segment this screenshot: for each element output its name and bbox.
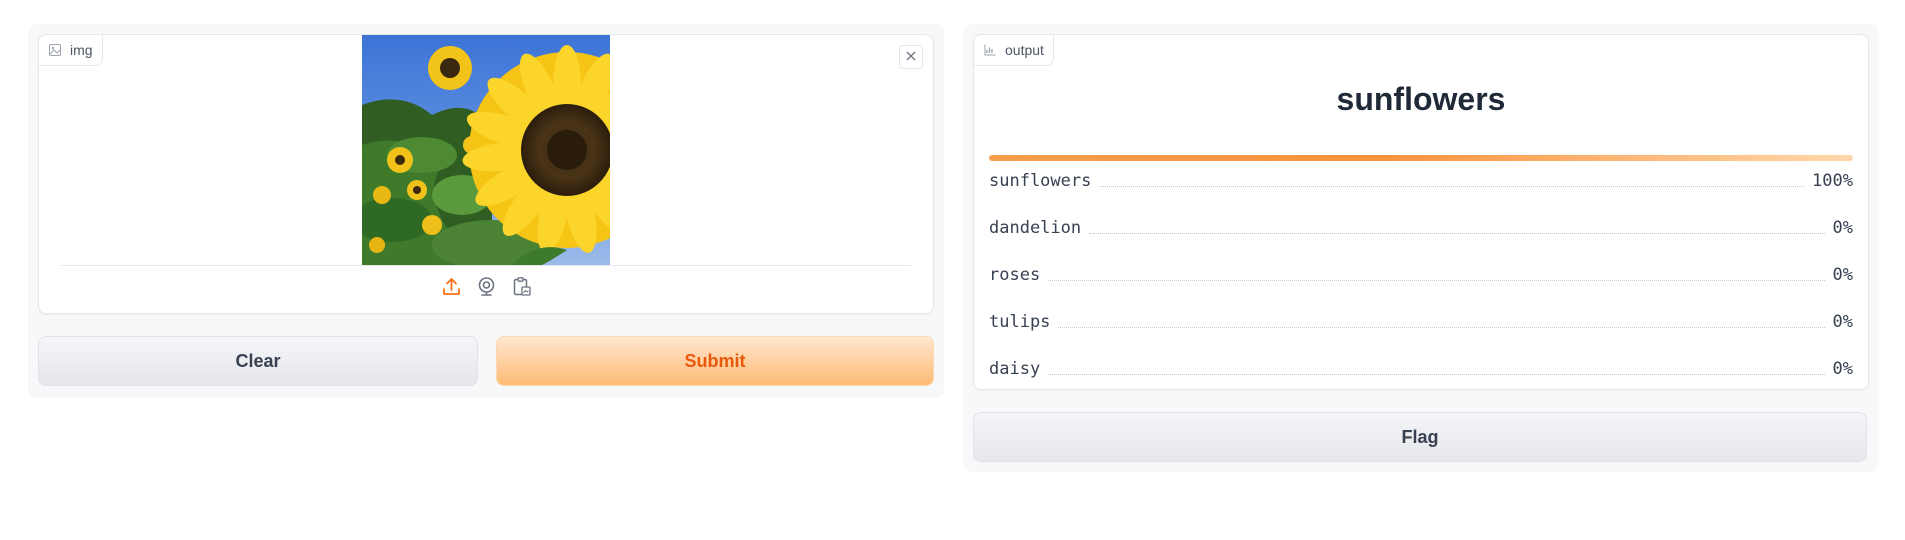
predicted-label: sunflowers <box>1336 81 1506 117</box>
clear-button[interactable]: Clear <box>38 336 478 386</box>
upload-icon[interactable] <box>441 276 462 297</box>
confidence-label: roses <box>989 265 1041 285</box>
input-label: img <box>70 42 93 58</box>
confidence-value: 0% <box>1832 312 1853 332</box>
submit-button[interactable]: Submit <box>496 336 934 386</box>
confidence-value: 0% <box>1832 218 1853 238</box>
confidence-row: daisy 0% <box>989 332 1853 379</box>
confidence-value: 0% <box>1832 265 1853 285</box>
output-label: output <box>1005 42 1044 58</box>
top-confidence-fill <box>989 155 1853 161</box>
close-icon <box>906 48 916 66</box>
output-label-chip: output <box>974 35 1054 66</box>
confidence-row: roses 0% <box>989 238 1853 285</box>
webcam-icon[interactable] <box>476 276 497 297</box>
image-input[interactable]: img <box>38 34 934 314</box>
output-column: output sunflowers sunflowers 100% dandelio… <box>963 24 1879 472</box>
input-column: img Clear Submit <box>28 24 944 398</box>
app-root: img Clear Submit output sunflowers sunfl… <box>0 0 1905 540</box>
image-divider <box>61 265 911 266</box>
confidence-value: 100% <box>1812 171 1853 191</box>
dotted-leader <box>1058 327 1825 328</box>
dotted-leader <box>1048 374 1825 375</box>
confidence-label: tulips <box>989 312 1051 332</box>
sunflower-image <box>362 35 610 265</box>
confidence-label: daisy <box>989 359 1041 379</box>
confidence-row: tulips 0% <box>989 285 1853 332</box>
confidence-label: dandelion <box>989 218 1082 238</box>
label-output: output sunflowers sunflowers 100% dandelio… <box>973 34 1869 390</box>
dotted-leader <box>1089 233 1825 234</box>
confidence-row: dandelion 0% <box>989 191 1853 238</box>
confidence-value: 0% <box>1832 359 1853 379</box>
clipboard-icon[interactable] <box>511 276 532 297</box>
confidence-row: sunflowers 100% <box>989 163 1853 191</box>
confidence-label: sunflowers <box>989 171 1092 191</box>
image-source-toolbar <box>39 276 933 297</box>
image-icon <box>49 44 61 56</box>
dotted-leader <box>1099 186 1805 187</box>
dotted-leader <box>1048 280 1825 281</box>
top-confidence-bar <box>989 155 1853 161</box>
input-label-chip: img <box>39 35 103 66</box>
clear-image-button[interactable] <box>899 45 923 69</box>
flag-button[interactable]: Flag <box>973 412 1867 462</box>
confidence-list: sunflowers 100% dandelion 0% roses 0% tulips 0%… <box>989 163 1853 379</box>
bar-chart-icon <box>984 44 996 56</box>
